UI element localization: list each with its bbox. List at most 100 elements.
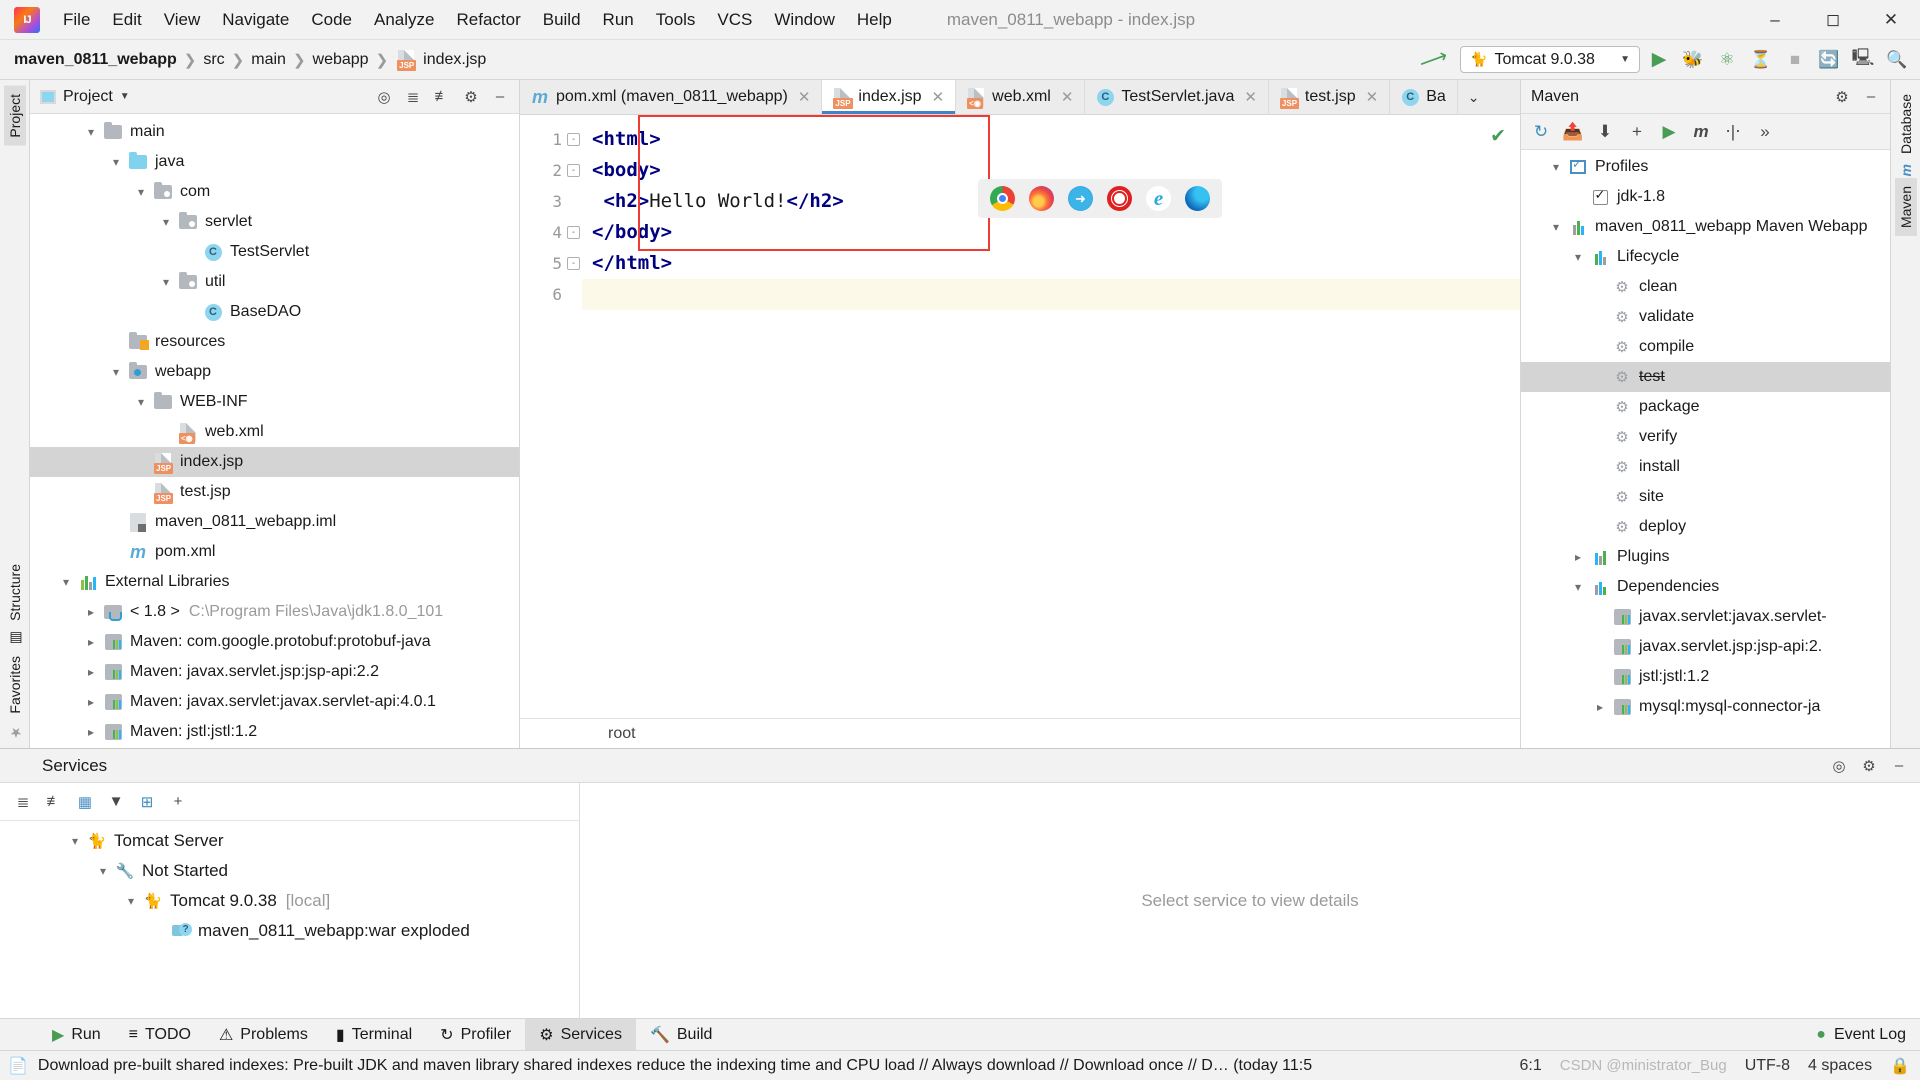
encoding-label[interactable]: UTF-8 bbox=[1745, 1057, 1790, 1075]
safari-icon[interactable]: ➜ bbox=[1068, 186, 1093, 211]
code-line[interactable]: <html> bbox=[582, 124, 1520, 155]
tree-node[interactable]: ⚙deploy bbox=[1521, 512, 1890, 542]
tree-node[interactable]: ⚙compile bbox=[1521, 332, 1890, 362]
breadcrumb-index-jsp[interactable]: index.jsp bbox=[423, 51, 486, 69]
run-maven-build-icon[interactable]: ▶ bbox=[1655, 118, 1683, 146]
reimport-icon[interactable]: ↻ bbox=[1527, 118, 1555, 146]
sidebar-item-structure[interactable]: Structure bbox=[4, 556, 26, 629]
settings-gear-icon[interactable]: ⚙ bbox=[1829, 84, 1855, 110]
view-breakpoints-icon[interactable]: 🖳 bbox=[1848, 45, 1878, 75]
add-service-icon[interactable]: ◎ bbox=[1826, 753, 1852, 779]
internet-explorer-icon[interactable]: e bbox=[1146, 186, 1171, 211]
download-sources-icon[interactable]: ⬇ bbox=[1591, 118, 1619, 146]
menu-navigate[interactable]: Navigate bbox=[211, 6, 300, 34]
debug-icon[interactable]: 🐝 bbox=[1678, 45, 1708, 75]
chevron-right-icon[interactable]: ▸ bbox=[1567, 550, 1589, 564]
editor-tab[interactable]: mpom.xml (maven_0811_webapp)✕ bbox=[520, 80, 822, 114]
code-fold-toggle-icon[interactable]: - bbox=[567, 226, 580, 239]
project-tree[interactable]: ▾main▾java▾com▾servletCTestServlet▾utilC… bbox=[30, 114, 519, 748]
breadcrumb-webapp[interactable]: webapp bbox=[313, 51, 369, 69]
tree-node[interactable]: mpom.xml bbox=[30, 537, 519, 567]
tree-node[interactable]: ▾webapp bbox=[30, 357, 519, 387]
chevron-down-icon[interactable]: ▾ bbox=[64, 834, 86, 848]
breadcrumb-main[interactable]: main bbox=[251, 51, 286, 69]
hide-icon[interactable]: – bbox=[1858, 84, 1884, 110]
chevron-down-icon[interactable]: ▾ bbox=[120, 894, 142, 908]
tree-node[interactable]: ▸Maven: com.google.protobuf:protobuf-jav… bbox=[30, 627, 519, 657]
tree-node[interactable]: ▾util bbox=[30, 267, 519, 297]
gutter-line-number[interactable]: 5- bbox=[520, 248, 582, 279]
tree-node[interactable]: ▸Maven: jstl:jstl:1.2 bbox=[30, 717, 519, 747]
menu-file[interactable]: File bbox=[52, 6, 101, 34]
minimize-icon[interactable]: – bbox=[1746, 0, 1804, 40]
tab-build[interactable]: 🔨 Build bbox=[636, 1019, 727, 1051]
chevron-down-icon[interactable]: ▾ bbox=[1567, 250, 1589, 264]
menu-view[interactable]: View bbox=[153, 6, 212, 34]
chevron-down-icon[interactable]: ▾ bbox=[105, 155, 127, 169]
tree-node[interactable]: ▾main bbox=[30, 117, 519, 147]
tree-node[interactable]: javax.servlet.jsp:jsp-api:2. bbox=[1521, 632, 1890, 662]
tree-node[interactable]: ▸Maven: javax.servlet.jsp:jsp-api:2.2 bbox=[30, 657, 519, 687]
tree-node[interactable]: ▾Dependencies bbox=[1521, 572, 1890, 602]
editor-tab[interactable]: JSPindex.jsp✕ bbox=[822, 80, 956, 114]
chevron-down-icon[interactable]: ▾ bbox=[80, 125, 102, 139]
chevron-down-icon[interactable]: ▾ bbox=[130, 185, 152, 199]
breadcrumb-project[interactable]: maven_0811_webapp bbox=[14, 51, 177, 69]
tree-node[interactable]: JSPindex.jsp bbox=[30, 447, 519, 477]
chevron-right-icon[interactable]: ▸ bbox=[80, 725, 102, 739]
tree-node[interactable]: ⚙package bbox=[1521, 392, 1890, 422]
tab-services[interactable]: ⚙ Services bbox=[525, 1019, 636, 1051]
indent-label[interactable]: 4 spaces bbox=[1808, 1057, 1872, 1075]
editor-tab[interactable]: <◉web.xml✕ bbox=[956, 80, 1085, 114]
tree-node[interactable]: ▾servlet bbox=[30, 207, 519, 237]
execute-goal-icon[interactable]: m bbox=[1687, 118, 1715, 146]
profiler-icon[interactable]: ⏳ bbox=[1746, 45, 1776, 75]
tree-node[interactable]: javax.servlet:javax.servlet- bbox=[1521, 602, 1890, 632]
code-line[interactable] bbox=[582, 279, 1520, 310]
tree-node[interactable]: ⚙validate bbox=[1521, 302, 1890, 332]
tree-node[interactable]: ▸Plugins bbox=[1521, 542, 1890, 572]
editor-tab[interactable]: CTestServlet.java✕ bbox=[1085, 80, 1269, 114]
add-icon[interactable]: + bbox=[165, 789, 191, 815]
close-tab-icon[interactable]: ✕ bbox=[1061, 88, 1074, 106]
tab-problems[interactable]: ⚠ Problems bbox=[205, 1019, 322, 1051]
search-icon[interactable]: 🔍 bbox=[1882, 45, 1912, 75]
chevron-down-icon[interactable]: ▾ bbox=[105, 365, 127, 379]
stop-icon[interactable]: ■ bbox=[1780, 45, 1810, 75]
menu-code[interactable]: Code bbox=[300, 6, 363, 34]
tree-node[interactable]: ▾WEB-INF bbox=[30, 387, 519, 417]
menu-edit[interactable]: Edit bbox=[101, 6, 152, 34]
firefox-icon[interactable] bbox=[1029, 186, 1054, 211]
gutter-line-number[interactable]: 3 bbox=[520, 186, 582, 217]
add-icon[interactable]: + bbox=[1623, 118, 1651, 146]
menu-tools[interactable]: Tools bbox=[645, 6, 707, 34]
code-fold-toggle-icon[interactable]: - bbox=[567, 133, 580, 146]
edge-icon[interactable] bbox=[1185, 186, 1210, 211]
settings-gear-icon[interactable]: ⚙ bbox=[458, 84, 484, 110]
menu-help[interactable]: Help bbox=[846, 6, 903, 34]
chevron-down-icon[interactable]: ▾ bbox=[155, 215, 177, 229]
tree-node[interactable]: ⚙test bbox=[1521, 362, 1890, 392]
editor-gutter[interactable]: 1-2-34-5-6 bbox=[520, 115, 582, 718]
tree-node[interactable]: ▾Lifecycle bbox=[1521, 242, 1890, 272]
tab-terminal[interactable]: ▮ Terminal bbox=[322, 1019, 426, 1051]
tree-node[interactable]: ⚙verify bbox=[1521, 422, 1890, 452]
services-tree[interactable]: ▾🐈Tomcat Server▾🔧Not Started▾🐈Tomcat 9.0… bbox=[0, 821, 579, 1018]
tree-node[interactable]: ▸< 1.8 >C:\Program Files\Java\jdk1.8.0_1… bbox=[30, 597, 519, 627]
gutter-line-number[interactable]: 6 bbox=[520, 279, 582, 310]
chevron-down-icon[interactable]: ▾ bbox=[1545, 160, 1567, 174]
tab-todo[interactable]: ≡ TODO bbox=[115, 1019, 205, 1051]
menu-refactor[interactable]: Refactor bbox=[445, 6, 531, 34]
expand-all-icon[interactable]: ≣ bbox=[400, 84, 426, 110]
close-tab-icon[interactable]: ✕ bbox=[1366, 88, 1379, 106]
tree-node[interactable]: ⚙site bbox=[1521, 482, 1890, 512]
generate-sources-icon[interactable]: 📤 bbox=[1559, 118, 1587, 146]
breadcrumb-src[interactable]: src bbox=[203, 51, 224, 69]
locate-icon[interactable]: ◎ bbox=[371, 84, 397, 110]
maximize-icon[interactable]: ◻ bbox=[1804, 0, 1862, 40]
run-with-coverage-icon[interactable]: ⚛ bbox=[1712, 45, 1742, 75]
tree-node[interactable]: ▾Profiles bbox=[1521, 152, 1890, 182]
settings-gear-icon[interactable]: ⚙ bbox=[1856, 753, 1882, 779]
editor-tab[interactable]: CBa bbox=[1390, 80, 1458, 114]
tree-node[interactable]: resources bbox=[30, 327, 519, 357]
